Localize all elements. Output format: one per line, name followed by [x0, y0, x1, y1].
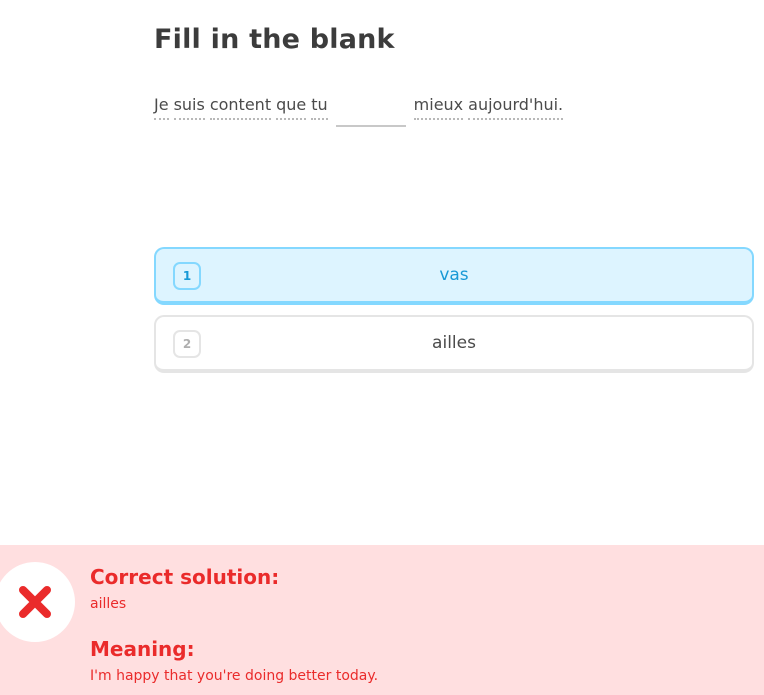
- sentence-word[interactable]: tu: [311, 94, 328, 120]
- choice-option-ailles[interactable]: 2 ailles: [154, 315, 754, 373]
- challenge-sentence: Je suis content que tu mieux aujourd'hui…: [154, 94, 568, 134]
- sentence-word[interactable]: mieux: [413, 94, 464, 120]
- choice-label: vas: [439, 265, 469, 285]
- meaning-text: I'm happy that you're doing better today…: [90, 668, 379, 684]
- challenge-page: Fill in the blank Je suis content que tu…: [0, 0, 764, 695]
- choice-option-vas[interactable]: 1 vas: [154, 247, 754, 305]
- meaning-heading: Meaning:: [90, 637, 195, 661]
- sentence-word[interactable]: Je: [154, 94, 169, 120]
- choice-label: ailles: [432, 333, 476, 353]
- sentence-word[interactable]: suis: [173, 94, 205, 120]
- sentence-word[interactable]: que: [276, 94, 307, 120]
- challenge-title: Fill in the blank: [154, 24, 395, 55]
- sentence-word[interactable]: aujourd'hui.: [468, 94, 564, 120]
- incorrect-badge: [0, 562, 75, 642]
- solution-heading: Correct solution:: [90, 565, 280, 589]
- feedback-panel: Correct solution: ailles Meaning: I'm ha…: [0, 545, 764, 695]
- answer-blank: [335, 94, 406, 127]
- solution-text: ailles: [90, 596, 127, 612]
- close-icon: [19, 586, 51, 618]
- sentence-word[interactable]: content: [209, 94, 272, 120]
